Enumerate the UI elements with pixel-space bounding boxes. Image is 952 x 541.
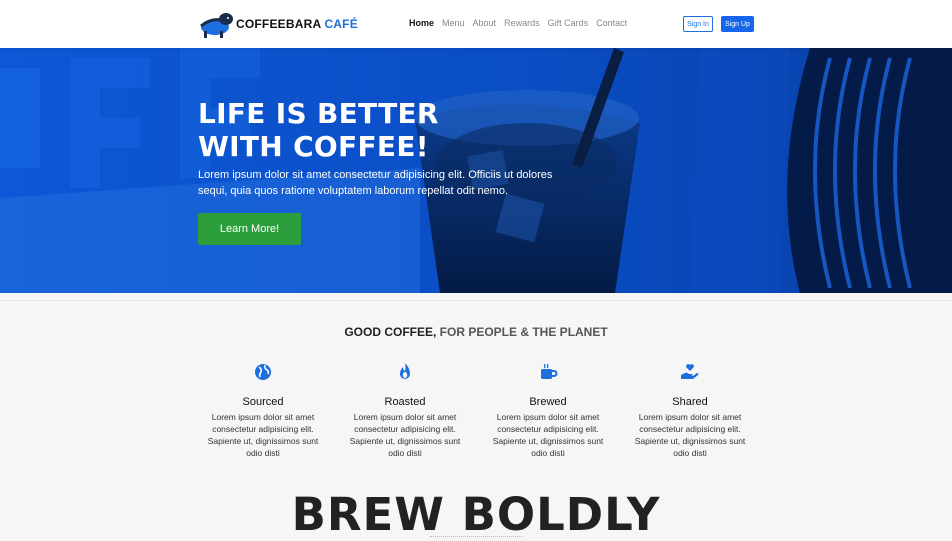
- feature-brewed: Brewed Lorem ipsum dolor sit amet consec…: [486, 362, 610, 459]
- nav-link-gift-cards[interactable]: Gift Cards: [548, 18, 589, 28]
- capybara-logo-icon: [200, 13, 233, 38]
- nav-link-about[interactable]: About: [473, 18, 497, 28]
- feature-title: Brewed: [529, 396, 567, 408]
- mug-icon: [541, 363, 558, 379]
- brand-name: COFFEEBARA CAFÉ: [236, 17, 358, 31]
- sign-up-button[interactable]: Sign Up: [721, 16, 754, 32]
- hero-heading: LIFE IS BETTER WITH COFFEE!: [198, 97, 439, 163]
- section-heading: GOOD COFFEE, FOR PEOPLE & THE PLANET: [344, 325, 608, 339]
- hand-heart-icon: [681, 364, 699, 379]
- feature-title: Roasted: [384, 396, 426, 408]
- feature-title: Shared: [672, 396, 708, 408]
- flame-icon: [400, 363, 410, 379]
- feature-title: Sourced: [242, 396, 284, 408]
- nav-link-rewards[interactable]: Rewards: [504, 18, 540, 28]
- main-nav: Home Menu About Rewards Gift Cards Conta…: [409, 18, 627, 28]
- brew-boldly-heading: BREW BOLDLY: [291, 488, 661, 541]
- feature-description: Lorem ipsum dolor sit amet consectetur a…: [207, 412, 319, 458]
- feature-shared: Shared Lorem ipsum dolor sit amet consec…: [628, 362, 752, 459]
- navbar: COFFEEBARA CAFÉ Home Menu About Rewards …: [0, 0, 952, 48]
- nav-link-contact[interactable]: Contact: [596, 18, 627, 28]
- hero-subtitle: Lorem ipsum dolor sit amet consectetur a…: [198, 169, 553, 197]
- feature-description: Lorem ipsum dolor sit amet consectetur a…: [634, 412, 746, 458]
- feature-description: Lorem ipsum dolor sit amet consectetur a…: [492, 412, 604, 458]
- feature-sourced: Sourced Lorem ipsum dolor sit amet conse…: [201, 362, 325, 459]
- hero-banner: LIFE IS BETTER WITH COFFEE! Lorem ipsum …: [0, 48, 952, 293]
- nav-link-menu[interactable]: Menu: [442, 18, 465, 28]
- brand-logo-link[interactable]: COFFEEBARA CAFÉ: [198, 9, 358, 39]
- sign-in-button[interactable]: Sign In: [683, 16, 713, 32]
- brew-subtext-divider: [430, 536, 522, 539]
- nav-link-home[interactable]: Home: [409, 18, 434, 28]
- feature-description: Lorem ipsum dolor sit amet consectetur a…: [349, 412, 461, 458]
- section-divider: [0, 300, 952, 301]
- learn-more-button[interactable]: Learn More!: [198, 213, 301, 245]
- globe-icon: [255, 364, 271, 380]
- feature-roasted: Roasted Lorem ipsum dolor sit amet conse…: [343, 362, 467, 459]
